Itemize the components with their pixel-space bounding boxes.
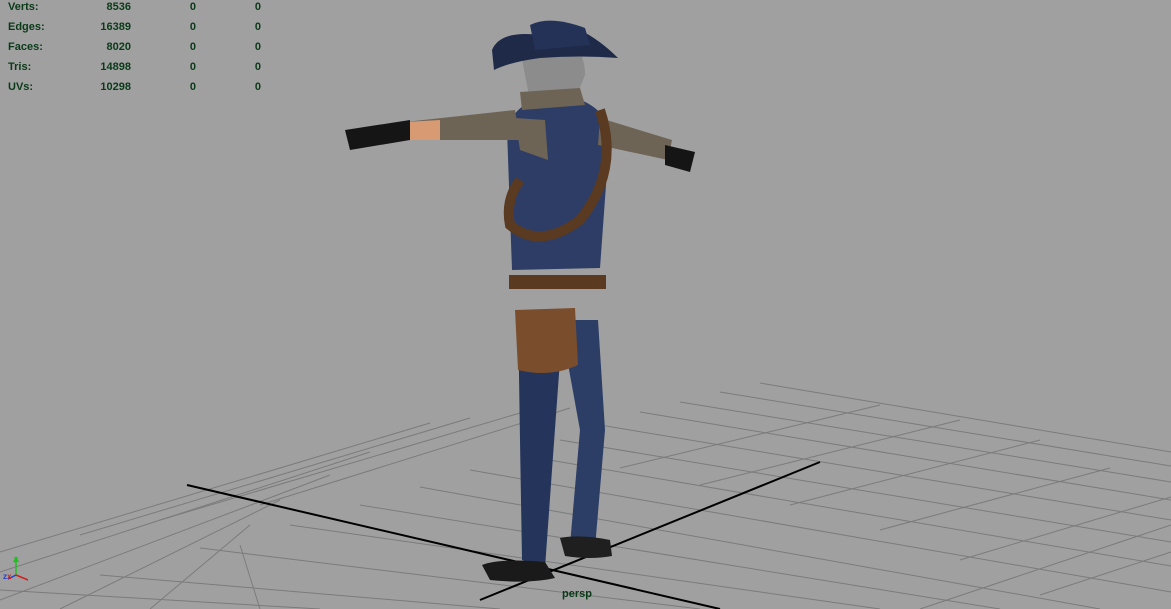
hud-value-component: 0 [254, 21, 261, 33]
hud-value-total: 14898 [100, 61, 131, 73]
poly-count-hud: Verts: 8536 0 0 Edges: 16389 0 0 Faces: … [8, 0, 268, 97]
camera-name-label: persp [562, 588, 592, 600]
hud-value-component: 0 [254, 41, 261, 53]
hud-row-uvs: UVs: 10298 0 0 [8, 77, 268, 97]
cowboy-character-model[interactable] [345, 20, 695, 582]
hud-row-tris: Tris: 14898 0 0 [8, 57, 268, 77]
hud-label: Faces: [8, 41, 43, 53]
hud-value-total: 8020 [106, 41, 131, 53]
persp-viewport[interactable]: Verts: 8536 0 0 Edges: 16389 0 0 Faces: … [0, 0, 1171, 609]
xyz-axis-icon: z x y [3, 556, 29, 581]
hud-value-component: 0 [254, 61, 261, 73]
hud-row-faces: Faces: 8020 0 0 [8, 37, 268, 57]
hud-label: UVs: [8, 81, 34, 93]
hud-value-total: 8536 [106, 1, 131, 13]
hud-value-selected: 0 [189, 1, 196, 13]
hud-label: Tris: [8, 61, 32, 73]
hud-value-component: 0 [254, 1, 261, 13]
hud-value-component: 0 [254, 81, 261, 93]
hud-value-selected: 0 [189, 21, 196, 33]
svg-text:x: x [7, 572, 12, 581]
hud-value-selected: 0 [189, 41, 196, 53]
hud-row-verts: Verts: 8536 0 0 [8, 0, 268, 17]
hud-label: Verts: [8, 1, 39, 13]
hud-value-selected: 0 [189, 61, 196, 73]
hud-value-total: 10298 [100, 81, 131, 93]
hud-row-edges: Edges: 16389 0 0 [8, 17, 268, 37]
hud-value-selected: 0 [189, 81, 196, 93]
svg-text:y: y [14, 556, 18, 563]
hud-value-total: 16389 [100, 21, 131, 33]
hud-label: Edges: [8, 21, 45, 33]
